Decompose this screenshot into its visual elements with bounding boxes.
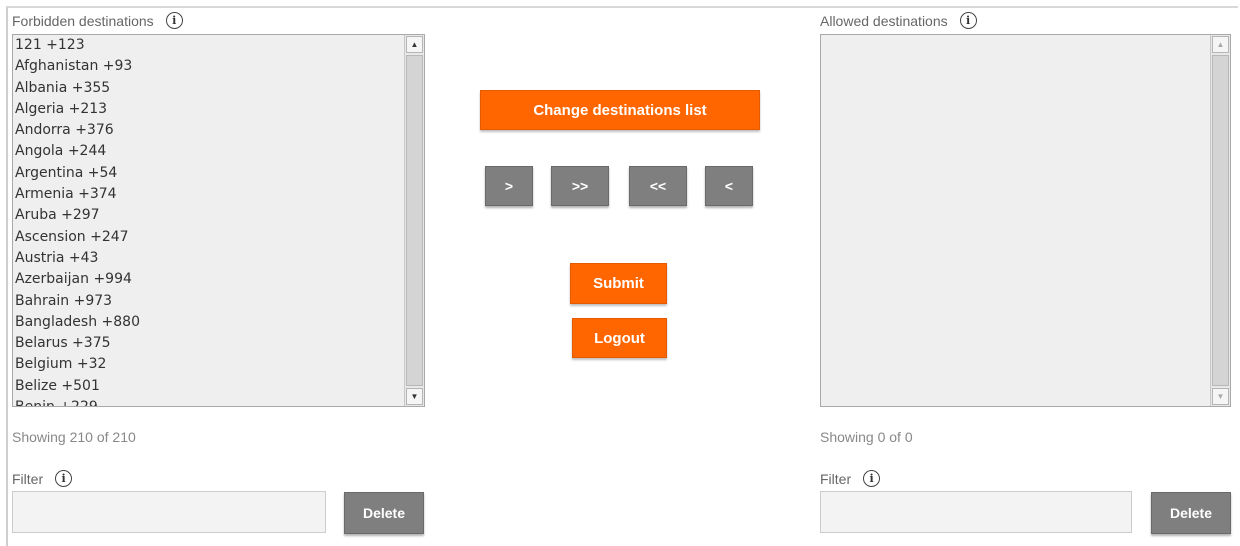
list-item[interactable]: Aruba +297 bbox=[13, 205, 404, 226]
filter-title: Filter bbox=[820, 470, 852, 487]
allowed-delete-button[interactable]: Delete bbox=[1151, 492, 1231, 534]
forbidden-list-scrollbar[interactable]: ▲ ▼ bbox=[404, 35, 424, 406]
list-item[interactable]: Bangladesh +880 bbox=[13, 312, 404, 333]
forbidden-delete-button[interactable]: Delete bbox=[344, 492, 424, 534]
list-item[interactable]: Belgium +32 bbox=[13, 354, 404, 375]
change-destinations-list-button[interactable]: Change destinations list bbox=[480, 90, 760, 130]
allowed-showing-count: Showing 0 of 0 bbox=[820, 429, 913, 445]
list-item[interactable]: Benin +229 bbox=[13, 397, 404, 406]
list-item[interactable]: Azerbaijan +994 bbox=[13, 269, 404, 290]
move-all-left-button[interactable]: << bbox=[629, 166, 687, 206]
forbidden-destinations-list[interactable]: 121 +123 Afghanistan +93 Albania +355 Alger… bbox=[12, 34, 425, 407]
scroll-up-arrow-icon[interactable]: ▲ bbox=[406, 36, 423, 53]
list-item[interactable]: Algeria +213 bbox=[13, 99, 404, 120]
list-item[interactable]: Angola +244 bbox=[13, 141, 404, 162]
scroll-down-arrow-icon[interactable]: ▼ bbox=[406, 388, 423, 405]
info-icon[interactable]: i bbox=[55, 470, 73, 487]
list-item[interactable]: Albania +355 bbox=[13, 78, 404, 99]
allowed-destinations-title: Allowed destinations bbox=[820, 12, 948, 29]
allowed-list-scrollbar[interactable]: ▲ ▼ bbox=[1210, 35, 1230, 406]
scroll-down-arrow-icon[interactable]: ▼ bbox=[1212, 388, 1229, 405]
scroll-up-arrow-icon[interactable]: ▲ bbox=[1212, 36, 1229, 53]
list-item[interactable]: Argentina +54 bbox=[13, 163, 404, 184]
move-all-right-button[interactable]: >> bbox=[551, 166, 609, 206]
forbidden-items: 121 +123 Afghanistan +93 Albania +355 Alger… bbox=[13, 35, 404, 406]
list-item[interactable]: Belize +501 bbox=[13, 376, 404, 397]
allowed-filter-label: Filter i bbox=[820, 470, 881, 487]
filter-title: Filter bbox=[12, 470, 44, 487]
info-icon[interactable]: i bbox=[165, 12, 183, 29]
list-item[interactable]: 121 +123 bbox=[13, 35, 404, 56]
list-item[interactable]: Armenia +374 bbox=[13, 184, 404, 205]
logout-button[interactable]: Logout bbox=[572, 318, 667, 358]
info-icon[interactable]: i bbox=[959, 12, 977, 29]
allowed-items bbox=[821, 35, 1210, 406]
forbidden-destinations-label: Forbidden destinations i bbox=[12, 12, 183, 29]
list-item[interactable]: Belarus +375 bbox=[13, 333, 404, 354]
list-item[interactable]: Austria +43 bbox=[13, 248, 404, 269]
list-item[interactable]: Bahrain +973 bbox=[13, 291, 404, 312]
forbidden-destinations-title: Forbidden destinations bbox=[12, 12, 154, 29]
list-item[interactable]: Afghanistan +93 bbox=[13, 56, 404, 77]
forbidden-filter-input[interactable] bbox=[12, 491, 326, 533]
submit-button[interactable]: Submit bbox=[570, 263, 667, 304]
info-icon[interactable]: i bbox=[863, 470, 881, 487]
move-selected-left-button[interactable]: < bbox=[705, 166, 753, 206]
allowed-filter-input[interactable] bbox=[820, 491, 1132, 533]
scrollbar-thumb[interactable] bbox=[1212, 55, 1229, 386]
forbidden-filter-label: Filter i bbox=[12, 470, 73, 487]
forbidden-showing-count: Showing 210 of 210 bbox=[12, 429, 136, 445]
list-item[interactable]: Andorra +376 bbox=[13, 120, 404, 141]
allowed-destinations-label: Allowed destinations i bbox=[820, 12, 977, 29]
scrollbar-thumb[interactable] bbox=[406, 55, 423, 386]
list-item[interactable]: Ascension +247 bbox=[13, 227, 404, 248]
allowed-destinations-list[interactable]: ▲ ▼ bbox=[820, 34, 1231, 407]
move-selected-right-button[interactable]: > bbox=[485, 166, 533, 206]
